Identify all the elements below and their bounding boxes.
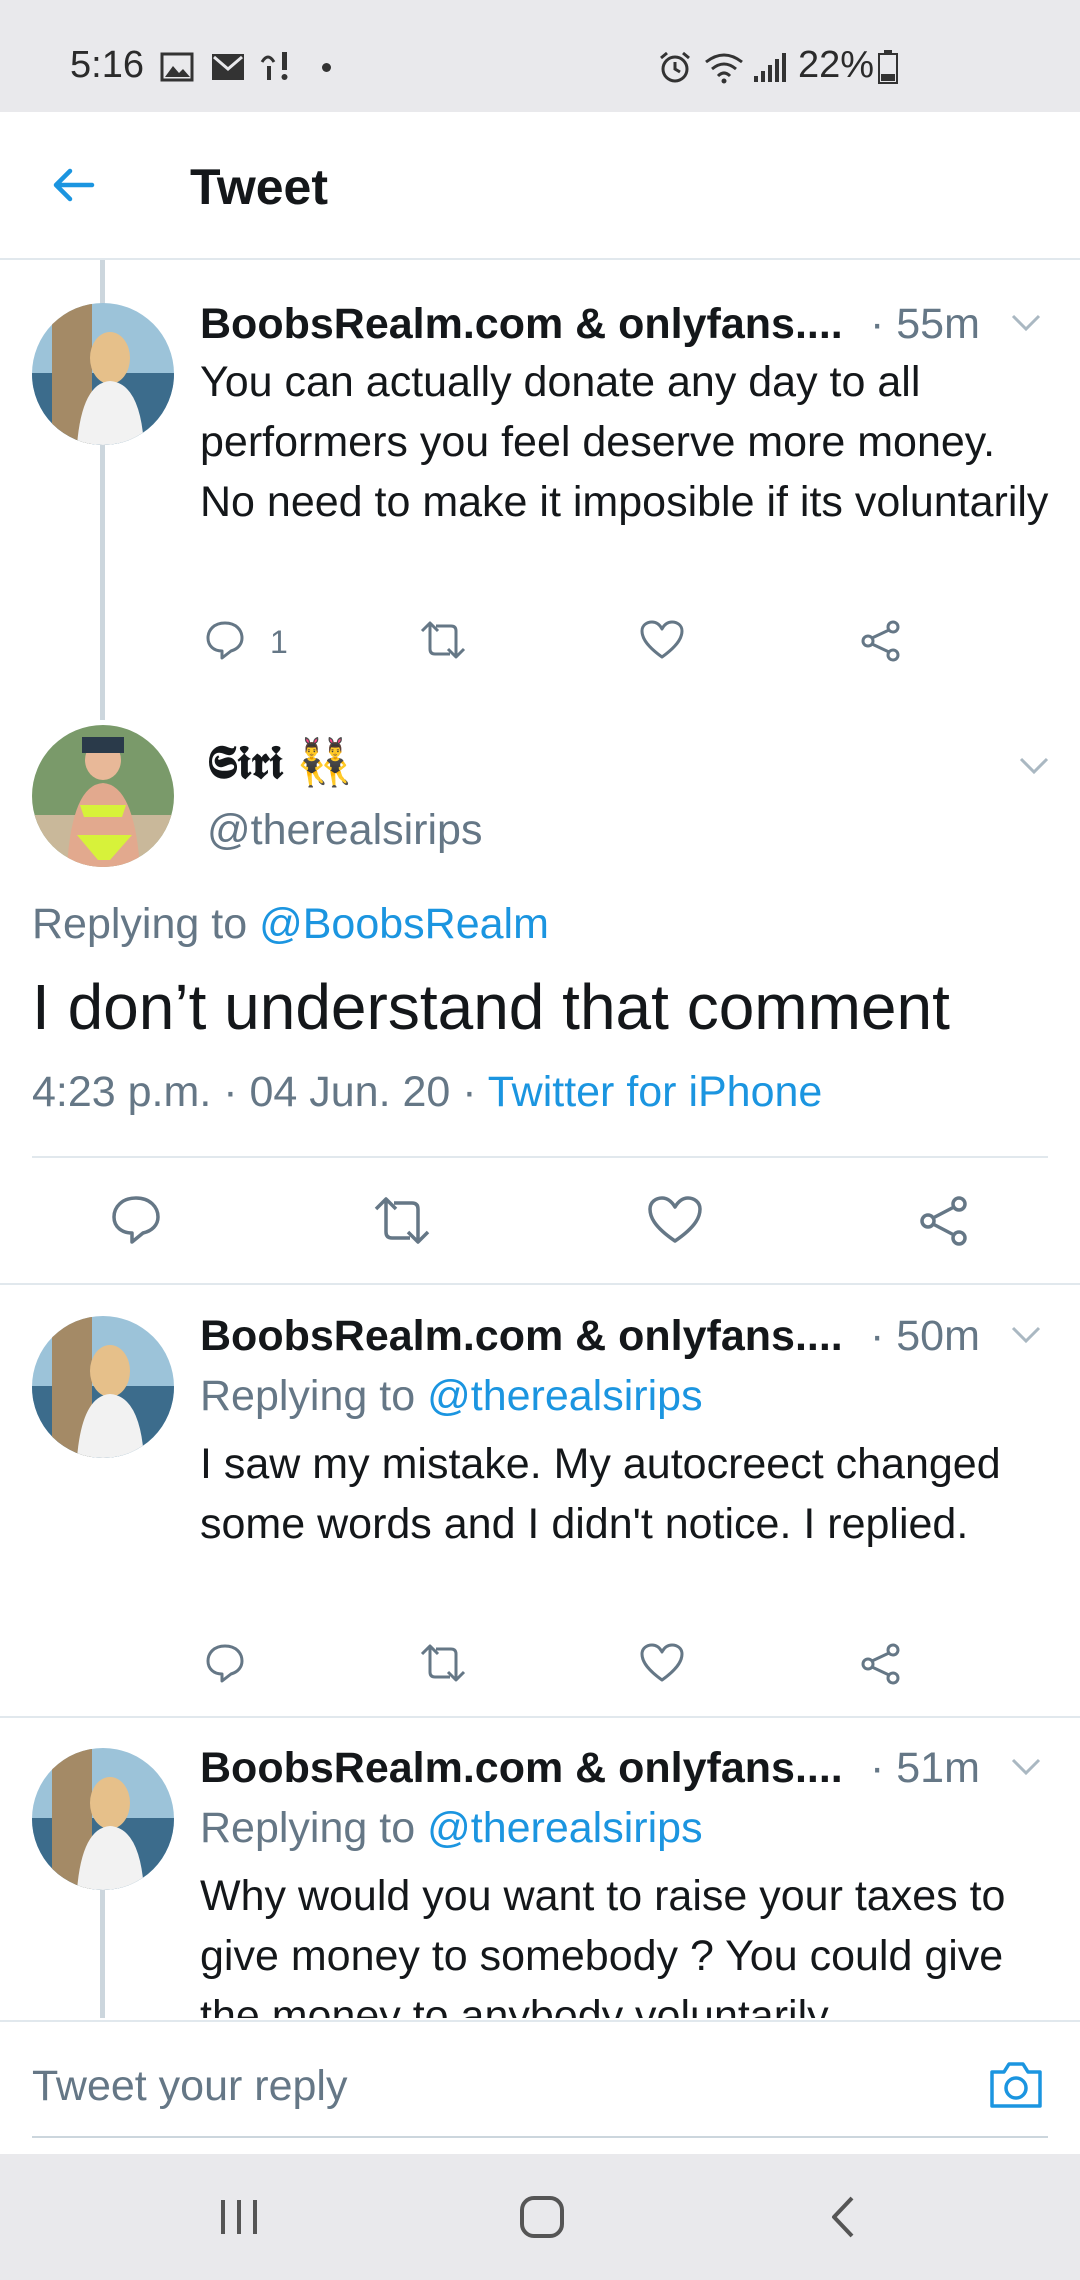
chevron-down-icon[interactable] <box>1010 1756 1042 1778</box>
signal-icon <box>754 53 786 82</box>
share-icon[interactable] <box>860 1643 902 1685</box>
tweet-time: · 55m <box>870 300 980 348</box>
thread-line <box>100 445 105 720</box>
author-name[interactable]: 𝕾𝖎𝖗𝖎 👯‍♂️ <box>207 735 353 791</box>
replying-to: Replying to @therealsirips <box>200 1372 703 1421</box>
thread-line <box>100 260 105 305</box>
author-name[interactable]: BoobsRealm.com & onlyfans.... <box>200 1744 843 1793</box>
tweet-time: · 51m <box>870 1744 980 1792</box>
avatar-image <box>32 1316 174 1458</box>
tweet-meta: 4:23 p.m. · 04 Jun. 20 · Twitter for iPh… <box>32 1068 822 1117</box>
reply-input[interactable]: Tweet your reply <box>32 2062 347 2111</box>
author-name[interactable]: BoobsRealm.com & onlyfans.... <box>200 300 843 349</box>
like-icon[interactable] <box>640 620 684 660</box>
like-icon[interactable] <box>640 1643 684 1683</box>
recents-icon[interactable] <box>215 2196 263 2240</box>
image-icon <box>160 52 194 82</box>
chevron-down-icon[interactable] <box>1010 312 1042 334</box>
avatar-image <box>32 725 174 867</box>
camera-icon[interactable] <box>988 2060 1044 2110</box>
mail-icon <box>212 54 244 80</box>
back-icon[interactable] <box>826 2194 862 2240</box>
replying-to: Replying to @therealsirips <box>200 1804 703 1853</box>
share-icon[interactable] <box>918 1195 970 1247</box>
tweet-text: Why would you want to raise your taxes t… <box>200 1872 1006 2018</box>
chevron-down-icon[interactable] <box>1010 1324 1042 1346</box>
home-icon[interactable] <box>518 2194 566 2240</box>
avatar[interactable] <box>32 303 174 445</box>
avatar-image <box>32 1748 174 1890</box>
author-handle[interactable]: @therealsirips <box>207 806 482 855</box>
chevron-down-icon[interactable] <box>1018 755 1050 777</box>
thread-line <box>100 1890 105 2018</box>
status-time: 5:16 <box>70 44 144 86</box>
arrow-left-icon[interactable] <box>50 162 96 208</box>
share-icon[interactable] <box>860 620 902 662</box>
voicemail-icon <box>260 52 288 80</box>
alarm-icon <box>660 51 690 83</box>
divider <box>32 1156 1048 1158</box>
battery-level: 22% <box>798 44 875 86</box>
reply-icon[interactable] <box>204 619 246 661</box>
avatar[interactable] <box>32 1316 174 1458</box>
tweet-timestamp: 4:23 p.m. · 04 Jun. 20 · <box>32 1068 477 1116</box>
main-tweet-text: I don’t understand that comment <box>32 971 950 1043</box>
like-icon[interactable] <box>648 1196 702 1244</box>
page-title: Tweet <box>190 159 328 215</box>
retweet-icon[interactable] <box>372 1195 432 1247</box>
reply-input-underline <box>32 2136 1048 2138</box>
top-app-bar <box>0 112 1080 260</box>
author-name[interactable]: BoobsRealm.com & onlyfans.... <box>200 1312 843 1361</box>
battery-icon <box>878 50 898 84</box>
replying-prefix: Replying to <box>32 900 248 948</box>
avatar[interactable] <box>32 1748 174 1890</box>
dot-icon <box>322 63 331 72</box>
replying-prefix: Replying to <box>200 1372 416 1420</box>
avatar-image <box>32 303 174 445</box>
divider <box>0 1283 1080 1285</box>
replying-handle-link[interactable]: @BoobsRealm <box>259 900 549 948</box>
tweet-text: I saw my mistake. My autocreect changed … <box>200 1440 1001 1548</box>
replying-handle-link[interactable]: @therealsirips <box>427 1804 702 1852</box>
avatar[interactable] <box>32 725 174 867</box>
tweet-time: · 50m <box>870 1312 980 1360</box>
tweet-text: You can actually donate any day to all p… <box>200 358 1049 526</box>
replying-prefix: Replying to <box>200 1804 416 1852</box>
tweet-source-link[interactable]: Twitter for iPhone <box>488 1068 823 1116</box>
reply-icon[interactable] <box>204 1642 246 1684</box>
retweet-icon[interactable] <box>418 1642 468 1684</box>
tweet-3-container: BoobsRealm.com & onlyfans.... · 51m Repl… <box>0 1718 1080 2018</box>
wifi-icon <box>705 53 743 84</box>
replying-to: Replying to @BoobsRealm <box>32 900 549 949</box>
reply-count: 1 <box>270 624 288 660</box>
reply-icon[interactable] <box>110 1194 162 1246</box>
retweet-icon[interactable] <box>418 619 468 661</box>
replying-handle-link[interactable]: @therealsirips <box>427 1372 702 1420</box>
